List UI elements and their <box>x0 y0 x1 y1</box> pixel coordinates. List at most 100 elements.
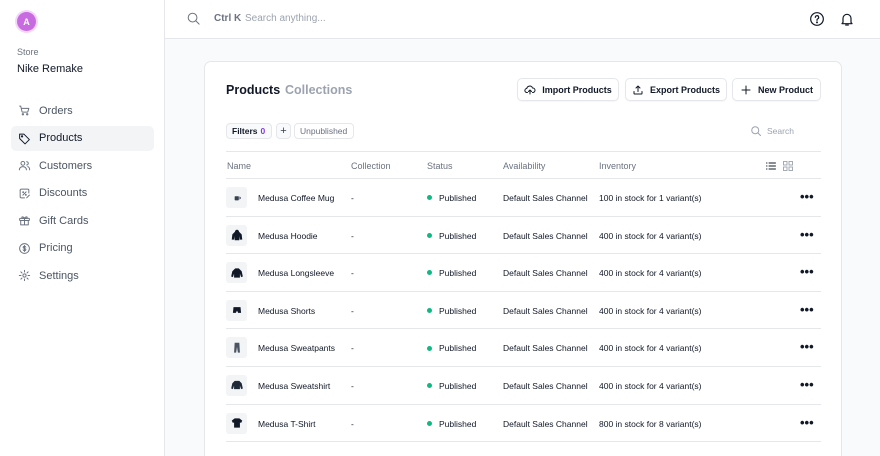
shorts-icon <box>232 307 241 314</box>
table-row[interactable]: Medusa Hoodie - Published Default Sales … <box>226 217 821 255</box>
receipt-tax-icon <box>19 188 30 198</box>
product-availability: Default Sales Channel <box>503 193 588 203</box>
status-label: Published <box>439 230 477 241</box>
tag-icon <box>19 133 30 144</box>
search-icon[interactable] <box>750 125 762 137</box>
hoodie-icon <box>231 229 242 241</box>
global-search-input[interactable]: Search anything... <box>245 13 326 24</box>
sidebar-item-label: Gift Cards <box>39 214 89 227</box>
table-row[interactable]: Medusa Coffee Mug - Published Default Sa… <box>226 179 821 217</box>
product-inventory: 400 in stock for 4 variant(s) <box>599 305 702 316</box>
sidebar-item-label: Orders <box>39 104 73 117</box>
sidebar-item-customers[interactable]: Customers <box>11 153 154 178</box>
product-collection: - <box>351 380 354 391</box>
sidebar: A Store Nike Remake Orders Products Cust… <box>0 0 165 456</box>
mug-icon <box>234 195 241 200</box>
more-actions-button[interactable]: ••• <box>800 415 814 430</box>
view-toggle <box>765 160 794 172</box>
sidebar-item-label: Discounts <box>39 187 88 199</box>
table-row[interactable]: Medusa Shorts - Published Default Sales … <box>226 292 821 330</box>
status-dot <box>427 270 432 276</box>
sidebar-item-gift-cards[interactable]: Gift Cards <box>11 208 154 233</box>
product-availability: Default Sales Channel <box>503 230 588 241</box>
cart-icon <box>19 105 30 116</box>
column-header-availability[interactable]: Availability <box>503 161 545 171</box>
new-product-button[interactable]: New Product <box>732 78 821 101</box>
sidebar-item-label: Customers <box>39 159 93 172</box>
gift-icon <box>19 216 30 226</box>
product-availability: Default Sales Channel <box>503 268 588 279</box>
currency-dollar-icon <box>19 242 30 254</box>
product-name[interactable]: Medusa Sweatshirt <box>258 381 330 391</box>
help-icon[interactable] <box>809 11 825 27</box>
store-name[interactable]: Nike Remake <box>17 63 83 75</box>
search-icon[interactable] <box>186 11 201 26</box>
column-header-inventory[interactable]: Inventory <box>599 161 636 171</box>
product-thumbnail <box>226 299 247 321</box>
status-label: Published <box>439 305 477 316</box>
product-name[interactable]: Medusa Coffee Mug <box>258 193 334 203</box>
table-row[interactable]: Medusa Sweatpants - Published Default Sa… <box>226 329 821 367</box>
status-label: Published <box>439 418 477 429</box>
list-view-icon[interactable] <box>765 160 777 172</box>
sidebar-item-products[interactable]: Products <box>11 125 154 151</box>
filter-chip-unpublished[interactable]: Unpublished <box>294 123 354 139</box>
sidebar-item-label: Pricing <box>39 242 73 254</box>
sidebar-item-label: Settings <box>39 269 79 282</box>
sidebar-item-orders[interactable]: Orders <box>11 98 154 123</box>
column-header-name[interactable]: Name <box>227 161 251 171</box>
more-actions-button[interactable]: ••• <box>800 264 814 279</box>
table-row[interactable]: Medusa T-Shirt - Published Default Sales… <box>226 405 821 443</box>
grid-view-icon[interactable] <box>782 160 794 172</box>
table-row[interactable]: Medusa Longsleeve - Published Default Sa… <box>226 254 821 292</box>
status-dot <box>427 420 432 426</box>
tshirt-icon <box>231 418 242 428</box>
filters-label: Filters <box>232 126 258 136</box>
product-inventory: 400 in stock for 4 variant(s) <box>599 343 702 354</box>
table-search-input[interactable]: Search <box>767 126 794 136</box>
product-name[interactable]: Medusa Hoodie <box>258 231 318 241</box>
product-availability: Default Sales Channel <box>503 380 588 391</box>
product-status: Published <box>427 231 476 241</box>
status-dot <box>427 232 432 238</box>
more-actions-button[interactable]: ••• <box>800 189 814 204</box>
product-thumbnail <box>226 262 247 284</box>
more-actions-button[interactable]: ••• <box>800 227 814 242</box>
sweatpants-icon <box>233 342 240 353</box>
import-products-button[interactable]: Import Products <box>517 78 619 101</box>
table-row[interactable]: Medusa Sweatshirt - Published Default Sa… <box>226 367 821 405</box>
tab-products[interactable]: Products <box>226 83 280 97</box>
search-shortcut: Ctrl K <box>214 13 242 24</box>
column-header-status[interactable]: Status <box>427 161 453 171</box>
sidebar-item-settings[interactable]: Settings <box>11 263 154 288</box>
more-actions-button[interactable]: ••• <box>800 302 814 317</box>
bell-icon[interactable] <box>839 11 855 27</box>
sidebar-item-discounts[interactable]: Discounts <box>11 181 154 206</box>
product-availability: Default Sales Channel <box>503 343 588 354</box>
filters-button[interactable]: Filters 0 <box>226 123 272 139</box>
product-name[interactable]: Medusa Longsleeve <box>258 268 334 278</box>
product-thumbnail <box>226 412 247 434</box>
new-product-label: New Product <box>757 84 813 95</box>
product-name[interactable]: Medusa Shorts <box>258 306 315 316</box>
product-status: Published <box>427 419 476 429</box>
sweatshirt-icon <box>230 381 243 390</box>
avatar[interactable]: A <box>17 12 36 31</box>
filters-count: 0 <box>260 126 266 136</box>
product-name[interactable]: Medusa T-Shirt <box>258 419 315 429</box>
export-products-button[interactable]: Export Products <box>625 78 727 101</box>
more-actions-button[interactable]: ••• <box>800 377 814 392</box>
upload-icon <box>633 85 643 94</box>
product-status: Published <box>427 381 476 391</box>
product-status: Published <box>427 193 476 203</box>
more-actions-button[interactable]: ••• <box>800 339 814 354</box>
add-filter-button[interactable]: + <box>276 123 291 139</box>
column-header-collection[interactable]: Collection <box>351 161 391 171</box>
product-thumbnail <box>226 374 247 396</box>
status-dot <box>427 195 432 201</box>
sidebar-item-pricing[interactable]: Pricing <box>11 236 154 261</box>
tab-collections[interactable]: Collections <box>285 83 352 97</box>
product-availability: Default Sales Channel <box>503 418 588 429</box>
product-name[interactable]: Medusa Sweatpants <box>258 343 335 353</box>
product-inventory: 400 in stock for 4 variant(s) <box>599 230 702 241</box>
